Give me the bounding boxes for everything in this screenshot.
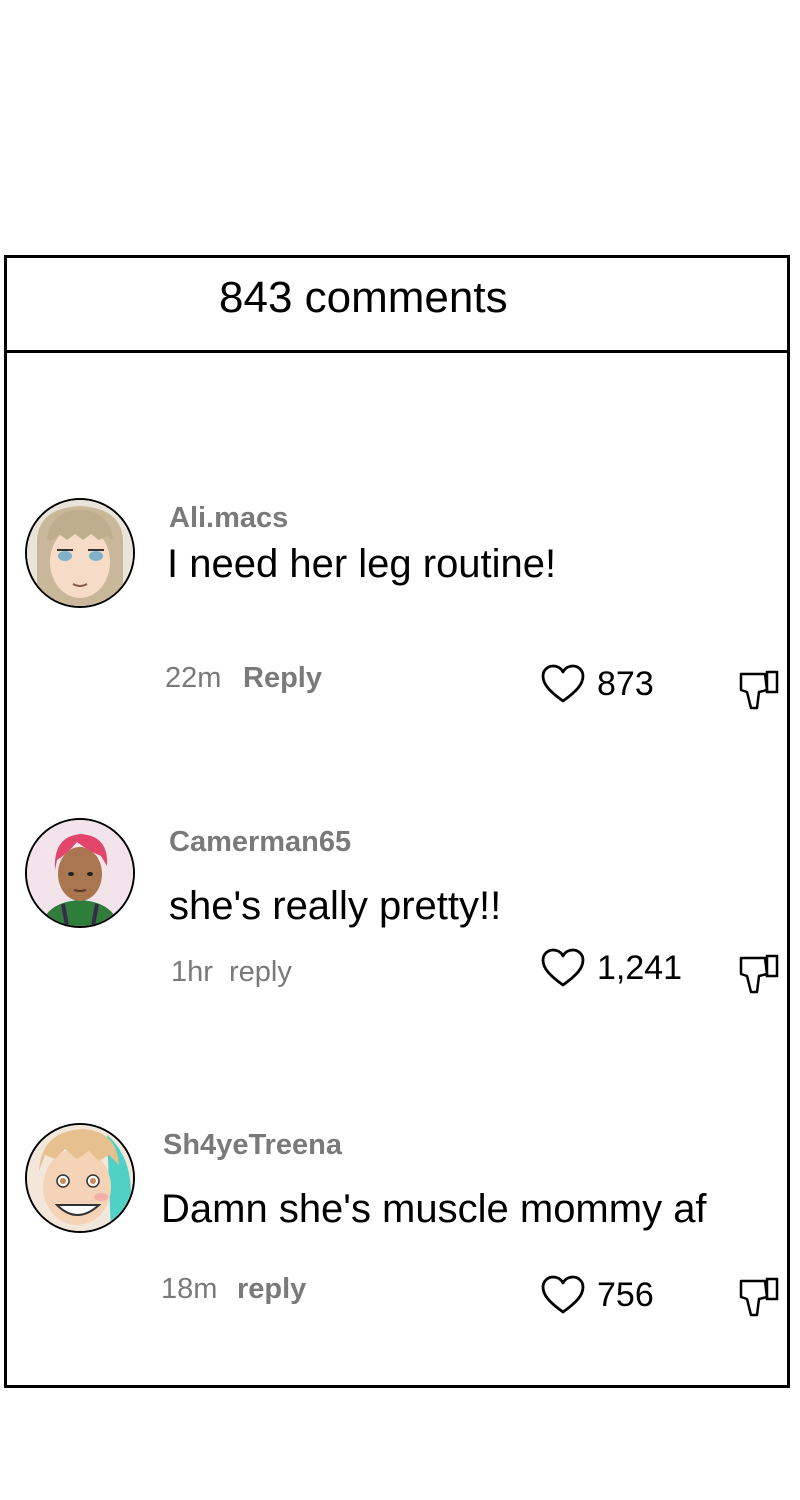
comments-panel: 843 comments Ali.macs I need her leg rou… bbox=[4, 255, 790, 1388]
heart-outline-icon bbox=[541, 1275, 585, 1314]
comment-text: she's really pretty!! bbox=[169, 884, 502, 928]
like-count: 1,241 bbox=[597, 948, 683, 987]
comment-item: Sh4yeTreena Damn she's muscle mommy af 1… bbox=[7, 1123, 787, 1343]
comment-text: Damn she's muscle mommy af bbox=[161, 1187, 707, 1231]
comments-header: 843 comments bbox=[7, 258, 787, 353]
comment-time: 18m bbox=[161, 1273, 218, 1305]
dislike-button[interactable] bbox=[737, 668, 783, 714]
avatar-blonde-bangs-icon bbox=[27, 500, 133, 606]
avatar[interactable] bbox=[25, 498, 135, 608]
avatar-pink-hair-icon bbox=[27, 820, 133, 926]
like-button[interactable]: 1,241 bbox=[541, 948, 682, 988]
comment-text: I need her leg routine! bbox=[167, 542, 557, 586]
heart-outline-icon bbox=[541, 664, 585, 703]
comment-username[interactable]: Ali.macs bbox=[169, 502, 288, 535]
avatar[interactable] bbox=[25, 818, 135, 928]
avatar-smiling-teal-hair-icon bbox=[27, 1125, 133, 1231]
dislike-button[interactable] bbox=[737, 952, 783, 998]
like-button[interactable]: 873 bbox=[541, 664, 654, 704]
comment-time: 1hr bbox=[171, 956, 213, 988]
reply-button[interactable]: reply bbox=[229, 956, 292, 989]
avatar[interactable] bbox=[25, 1123, 135, 1233]
like-button[interactable]: 756 bbox=[541, 1275, 654, 1315]
comment-username[interactable]: Camerman65 bbox=[169, 826, 351, 859]
heart-outline-icon bbox=[541, 948, 585, 987]
thumbs-down-outline-icon bbox=[739, 954, 779, 994]
like-count: 756 bbox=[597, 1275, 654, 1314]
comment-count-title: 843 comments bbox=[219, 273, 508, 322]
dislike-button[interactable] bbox=[737, 1275, 783, 1321]
comment-username[interactable]: Sh4yeTreena bbox=[163, 1129, 342, 1162]
thumbs-down-outline-icon bbox=[739, 1277, 779, 1317]
comment-item: Ali.macs I need her leg routine! 22m Rep… bbox=[7, 498, 787, 718]
comment-time: 22m bbox=[165, 662, 222, 694]
reply-button[interactable]: Reply bbox=[243, 662, 322, 695]
comment-item: Camerman65 she's really pretty!! 1hr rep… bbox=[7, 818, 787, 1038]
thumbs-down-outline-icon bbox=[739, 670, 779, 710]
like-count: 873 bbox=[597, 664, 654, 703]
reply-button[interactable]: reply bbox=[237, 1273, 306, 1306]
